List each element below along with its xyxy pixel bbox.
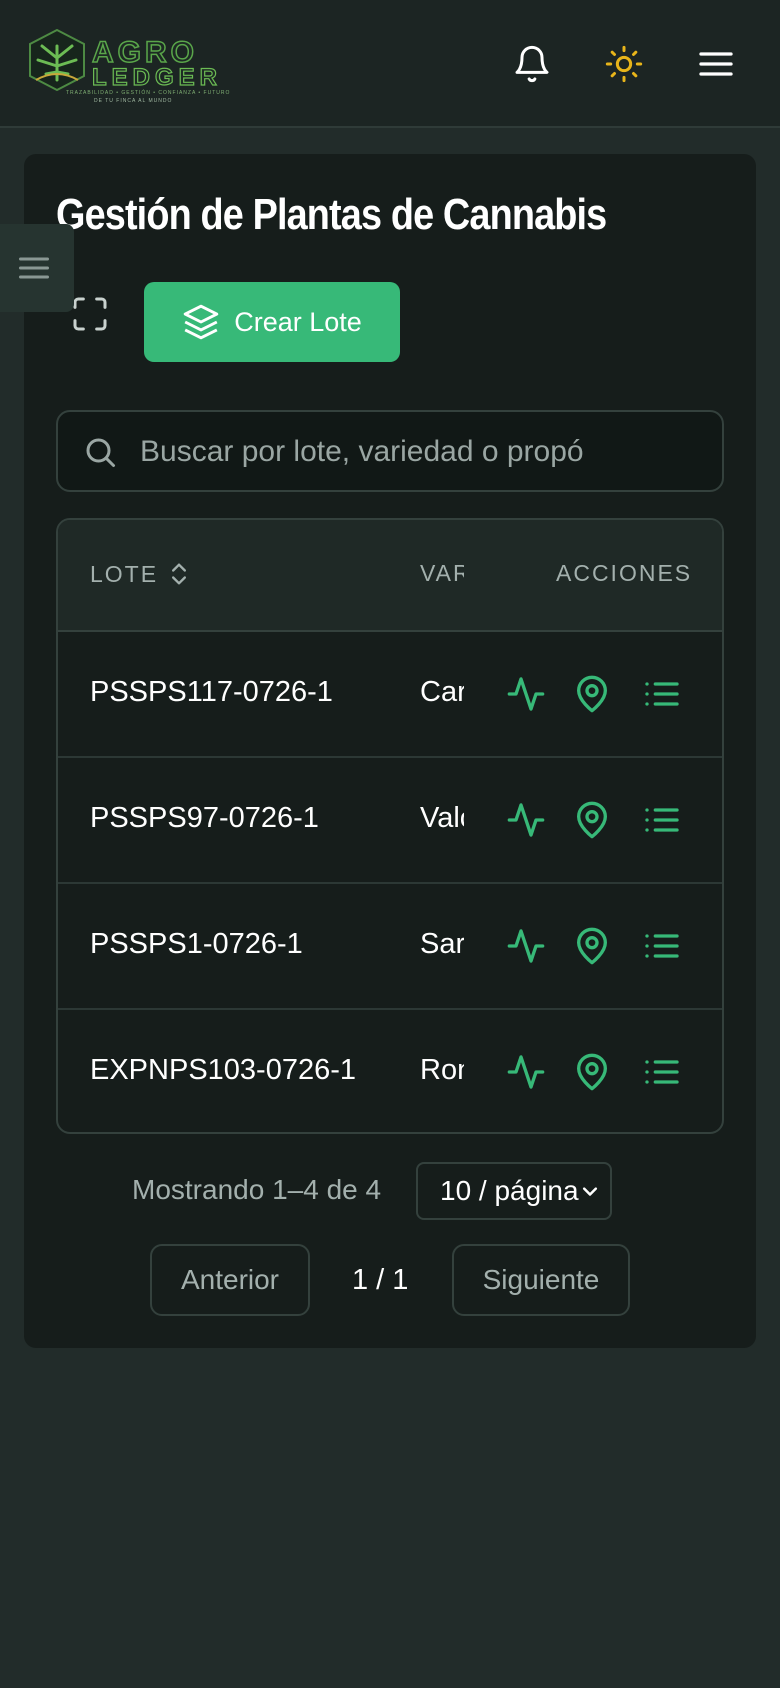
- logo-tagline: TRAZABILIDAD • GESTIÓN • CONFIANZA • FUT…: [66, 90, 231, 96]
- cell-variedad: Ron: [420, 1054, 464, 1086]
- activity-icon[interactable]: [506, 1052, 546, 1092]
- pagination-info: Mostrando 1–4 de 4: [132, 1174, 382, 1205]
- sidebar-toggle-button[interactable]: [0, 224, 74, 312]
- list-icon[interactable]: [642, 800, 682, 840]
- table-row[interactable]: PSSPS1-0726-1 Sar: [58, 884, 722, 1010]
- previous-page-button[interactable]: Anterior: [150, 1244, 310, 1316]
- chevron-down-icon: [582, 1187, 598, 1196]
- logo-slogan: DE TU FINCA AL MUNDO: [94, 98, 173, 104]
- create-lote-label: Crear Lote: [234, 306, 362, 337]
- column-header-variedad[interactable]: VAR: [420, 560, 464, 587]
- cannabis-leaf-icon: [29, 28, 85, 92]
- cell-lote: PSSPS97-0726-1: [90, 802, 319, 834]
- top-bar: AGRO LEDGER TRAZABILIDAD • GESTIÓN • CON…: [0, 0, 780, 128]
- search-box: [56, 410, 724, 492]
- column-header-lote[interactable]: LOTE: [90, 560, 190, 588]
- cell-variedad: Car: [420, 676, 464, 708]
- table-row[interactable]: EXPNPS103-0726-1 Ron: [58, 1010, 722, 1132]
- activity-icon[interactable]: [506, 674, 546, 714]
- layers-icon: [183, 304, 219, 340]
- cell-lote: PSSPS117-0726-1: [90, 676, 333, 708]
- cell-lote: EXPNPS103-0726-1: [90, 1054, 356, 1086]
- list-icon[interactable]: [642, 674, 682, 714]
- page-size-select[interactable]: 10 / página: [416, 1162, 612, 1220]
- map-pin-icon[interactable]: [572, 674, 612, 714]
- table-header: LOTE VAR ACCIONES: [58, 520, 722, 632]
- menu-icon: [19, 257, 49, 279]
- bell-icon[interactable]: [512, 44, 552, 84]
- table-row[interactable]: PSSPS97-0726-1 Valo: [58, 758, 722, 884]
- cell-variedad: Valo: [420, 802, 464, 834]
- page-title: Gestión de Plantas de Cannabis: [56, 190, 607, 239]
- sort-icon: [172, 563, 187, 585]
- activity-icon[interactable]: [506, 800, 546, 840]
- agroledger-logo[interactable]: AGRO LEDGER TRAZABILIDAD • GESTIÓN • CON…: [22, 24, 229, 106]
- activity-icon[interactable]: [506, 926, 546, 966]
- cell-lote: PSSPS1-0726-1: [90, 928, 303, 960]
- sun-icon[interactable]: [604, 44, 644, 84]
- page-indicator: 1 / 1: [352, 1264, 409, 1296]
- search-input[interactable]: [138, 412, 712, 492]
- search-icon: [86, 438, 115, 467]
- fullscreen-icon[interactable]: [70, 294, 110, 334]
- page-size-value: 10 / página: [440, 1175, 579, 1206]
- list-icon[interactable]: [642, 1052, 682, 1092]
- logo-word-ledger: LEDGER: [91, 63, 223, 91]
- list-icon[interactable]: [642, 926, 682, 966]
- create-lote-button[interactable]: Crear Lote: [144, 282, 400, 362]
- table-row[interactable]: PSSPS117-0726-1 Car: [58, 632, 722, 758]
- map-pin-icon[interactable]: [572, 1052, 612, 1092]
- lotes-table: LOTE VAR ACCIONES PSSPS117-0726-1CarPSSP…: [56, 518, 724, 1134]
- cell-variedad: Sar: [420, 928, 464, 960]
- map-pin-icon[interactable]: [572, 926, 612, 966]
- next-page-button[interactable]: Siguiente: [452, 1244, 630, 1316]
- plants-card: Gestión de Plantas de Cannabis Crear Lot…: [24, 154, 756, 1348]
- menu-icon[interactable]: [696, 44, 736, 84]
- map-pin-icon[interactable]: [572, 800, 612, 840]
- column-header-acciones: ACCIONES: [556, 560, 693, 586]
